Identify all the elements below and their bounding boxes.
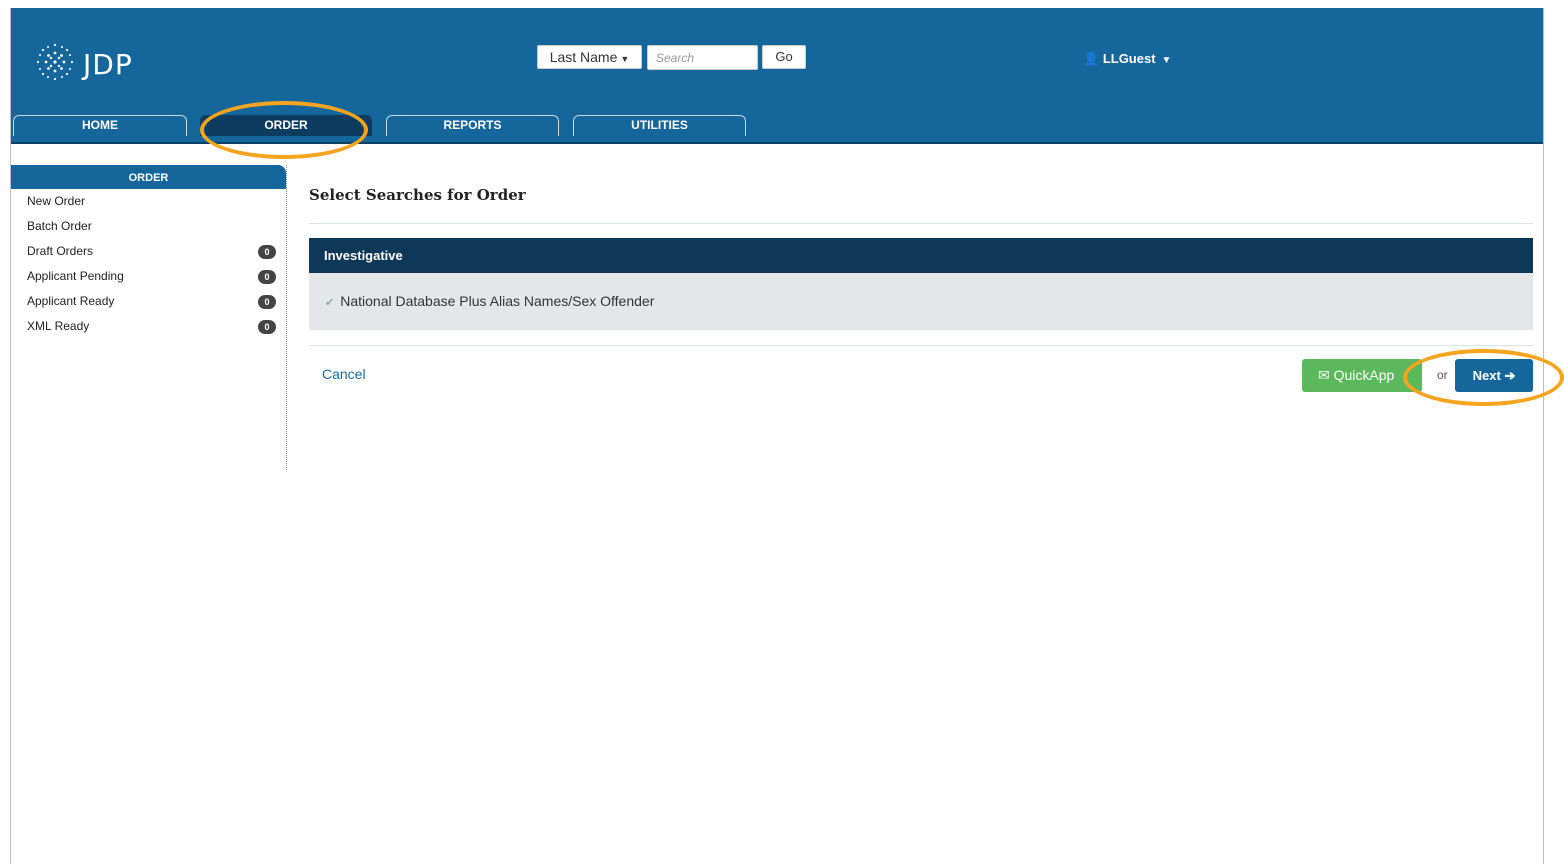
sidebar-item-applicant-ready[interactable]: Applicant Ready 0: [11, 289, 286, 314]
sidebar-item-label: Applicant Pending: [27, 269, 124, 283]
sidebar-header: ORDER: [11, 165, 286, 189]
sidebar: ORDER New Order Batch Order Draft Orders…: [11, 165, 287, 470]
envelope-icon: ✉: [1318, 367, 1330, 383]
sidebar-item-draft-orders[interactable]: Draft Orders 0: [11, 239, 286, 264]
logo-text: JDP: [83, 48, 133, 81]
caret-down-icon: ▼: [1161, 55, 1172, 66]
tab-order[interactable]: ORDER: [200, 115, 372, 136]
quickapp-button[interactable]: ✉ QuickApp: [1302, 359, 1422, 392]
sidebar-item-label: Draft Orders: [27, 244, 94, 258]
user-menu[interactable]: 👤 LLGuest ▼: [1083, 51, 1171, 67]
user-name: LLGuest: [1102, 51, 1156, 66]
sidebar-item-label: New Order: [27, 194, 86, 208]
or-text: or: [1437, 368, 1448, 382]
tab-home[interactable]: HOME: [13, 115, 187, 136]
sidebar-item-label: Applicant Ready: [27, 294, 115, 308]
header: JDP Last Name▼ Go 👤 LLGuest▼ HOME ORDER …: [11, 8, 1543, 144]
search-select-label: Last Name: [549, 49, 618, 65]
cancel-link[interactable]: Cancel: [322, 366, 366, 382]
divider: [309, 345, 1533, 346]
arrow-right-icon: ➔: [1504, 368, 1516, 383]
section-body: ✔ National Database Plus Alias Names/Sex …: [309, 273, 1533, 330]
count-badge: 0: [258, 320, 276, 334]
sidebar-item-label: Batch Order: [27, 219, 92, 233]
next-label: Next: [1472, 368, 1501, 383]
count-badge: 0: [258, 295, 276, 309]
count-badge: 0: [258, 245, 276, 259]
sidebar-item-batch-order[interactable]: Batch Order: [11, 214, 286, 239]
logo-icon: [36, 43, 74, 81]
page-title: Select Searches for Order: [309, 186, 526, 204]
caret-down-icon: ▼: [620, 54, 630, 64]
next-button[interactable]: Next ➔: [1455, 359, 1533, 392]
search-section: Investigative ✔ National Database Plus Al…: [309, 238, 1533, 330]
search-option-label: National Database Plus Alias Names/Sex O…: [340, 293, 655, 309]
go-button[interactable]: Go: [762, 45, 806, 69]
count-badge: 0: [258, 270, 276, 284]
sidebar-item-label: XML Ready: [27, 319, 90, 333]
quickapp-label: QuickApp: [1333, 367, 1395, 383]
sidebar-item-xml-ready[interactable]: XML Ready 0: [11, 314, 286, 339]
app-frame: JDP Last Name▼ Go 👤 LLGuest▼ HOME ORDER …: [10, 8, 1544, 864]
user-icon: 👤: [1083, 51, 1100, 66]
tab-reports[interactable]: REPORTS: [386, 115, 559, 136]
checkbox-checked-icon[interactable]: ✔: [325, 275, 334, 332]
section-heading: Investigative: [309, 238, 1533, 273]
search-field-select[interactable]: Last Name ▼: [537, 45, 642, 69]
search-input[interactable]: [647, 45, 758, 70]
sidebar-item-applicant-pending[interactable]: Applicant Pending 0: [11, 264, 286, 289]
tab-utilities[interactable]: UTILITIES: [573, 115, 746, 136]
divider: [309, 223, 1533, 224]
sidebar-item-new-order[interactable]: New Order: [11, 189, 286, 214]
